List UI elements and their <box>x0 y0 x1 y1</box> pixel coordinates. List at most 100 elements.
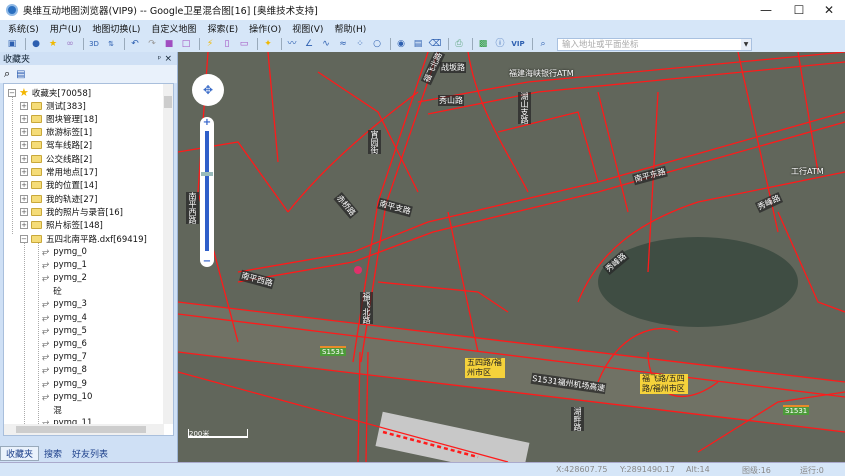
3d-icon[interactable]: 3D <box>87 38 101 50</box>
zoom-slider[interactable]: + − <box>200 117 214 267</box>
message-icon[interactable]: ▩ <box>476 38 490 50</box>
expand-icon[interactable]: + <box>20 154 28 163</box>
search-icon[interactable]: ⌕ <box>536 38 550 50</box>
tree-folder[interactable]: + 测试[383] <box>20 99 86 112</box>
zoom-out-button[interactable]: − <box>200 256 214 267</box>
tree-folder[interactable]: + 图块管理[18] <box>20 112 97 125</box>
tree-item[interactable]: ⥂ pymg_10 <box>42 390 92 403</box>
draw-curve-icon[interactable]: ∿ <box>319 38 333 50</box>
tree-item[interactable]: ⥂ pymg_4 <box>42 311 87 324</box>
menu-view[interactable]: 视图(V) <box>292 22 323 35</box>
tree-folder[interactable]: + 常用地点[17] <box>20 166 97 179</box>
tree-item[interactable]: ⥂ pymg_7 <box>42 351 87 364</box>
draw-track-icon[interactable]: ≈ <box>336 38 350 50</box>
menu-custom-map[interactable]: 自定义地图 <box>151 22 196 35</box>
tree-folder[interactable]: + 我的位置[14] <box>20 179 97 192</box>
menu-system[interactable]: 系统(S) <box>8 22 39 35</box>
tree-root[interactable]: − ★ 收藏夹[70058] <box>8 86 91 99</box>
menu-operation[interactable]: 操作(O) <box>249 22 281 35</box>
vertical-scrollbar[interactable] <box>163 84 173 424</box>
3d-2d-icon[interactable]: ⇅ <box>104 38 118 50</box>
expand-icon[interactable]: + <box>20 221 28 230</box>
map-poi-label[interactable]: 福飞路/五四路/福州市区 <box>640 374 688 394</box>
menu-help[interactable]: 帮助(H) <box>334 22 366 35</box>
minimize-button[interactable]: — <box>752 2 780 18</box>
undo-icon[interactable]: ↶ <box>128 38 142 50</box>
tree-item[interactable]: ⥂ pymg_1 <box>42 258 87 271</box>
tree-item[interactable]: ⥂ pymg_2 <box>42 271 87 284</box>
map-label-atm[interactable]: 福建海峡银行ATM <box>508 68 575 79</box>
tab-search[interactable]: 搜索 <box>39 447 67 460</box>
map-view[interactable]: 福飞北路 战坂路 秀山路 福建海峡银行ATM 湖山支路 宵园街 赤桥路 南平支路… <box>178 52 845 462</box>
expand-icon[interactable]: + <box>20 101 28 110</box>
panel-close-button[interactable]: × <box>164 54 172 64</box>
draw-circle-icon[interactable]: ○ <box>370 38 384 50</box>
expand-icon[interactable]: + <box>20 194 28 203</box>
search-icon[interactable]: ⌕ <box>4 67 10 81</box>
tree-folder[interactable]: + 旅游标签[1] <box>20 126 92 139</box>
tree-folder[interactable]: + 驾车线路[2] <box>20 139 92 152</box>
tab-favorites[interactable]: 收藏夹 <box>0 445 40 461</box>
screenshot-icon[interactable]: ▭ <box>237 38 251 50</box>
layer-icon[interactable]: ◉ <box>394 38 408 50</box>
tree-item[interactable]: ⥂ pymg_6 <box>42 337 87 350</box>
pan-control-icon[interactable]: ✥ <box>192 74 224 106</box>
horizontal-scrollbar[interactable] <box>4 424 164 435</box>
expand-icon[interactable]: + <box>20 181 28 190</box>
expand-icon[interactable]: + <box>20 128 28 137</box>
road-overlay <box>178 52 845 462</box>
vip-icon[interactable]: VIP <box>510 38 526 50</box>
binoculars-icon[interactable]: ∞ <box>63 38 77 50</box>
tree-folder-open[interactable]: − 五四北南平路.dxf[69419] <box>20 232 147 245</box>
tree-item[interactable]: ⥂ pymg_5 <box>42 324 87 337</box>
menu-explore[interactable]: 探索(E) <box>207 22 238 35</box>
delete-icon[interactable]: ■ <box>162 38 176 50</box>
tree-item[interactable]: ⥂混 <box>42 403 62 416</box>
tree-item[interactable]: ⥂ pymg_3 <box>42 298 87 311</box>
tree-item[interactable]: ⥂砼 <box>42 285 62 298</box>
draw-angle-icon[interactable]: ∠ <box>302 38 316 50</box>
tree-item[interactable]: ⥂ pymg_9 <box>42 377 87 390</box>
tree-folder[interactable]: + 我的轨迹[27] <box>20 192 97 205</box>
tree-folder[interactable]: + 我的照片与录音[16] <box>20 205 123 218</box>
collapse-icon[interactable]: − <box>8 88 16 97</box>
search-input[interactable]: 输入地址或平面坐标 ▼ <box>557 37 752 51</box>
map-label-atm[interactable]: 工行ATM <box>790 166 825 177</box>
expand-icon[interactable]: + <box>20 141 28 150</box>
pin-icon[interactable]: ᵖ <box>158 54 161 63</box>
expand-icon[interactable]: + <box>20 207 28 216</box>
table-icon[interactable]: ▤ <box>411 38 425 50</box>
tree-folder[interactable]: + 照片标签[148] <box>20 219 103 232</box>
save-icon[interactable]: ▣ <box>5 38 19 50</box>
zoom-in-button[interactable]: + <box>200 117 214 128</box>
erase-icon[interactable]: ⌫ <box>428 38 442 50</box>
search-dropdown-button[interactable]: ▼ <box>741 38 751 50</box>
maximize-button[interactable]: ☐ <box>785 2 813 18</box>
draw-points-icon[interactable]: ⁘ <box>353 38 367 50</box>
user-icon[interactable]: ● <box>29 38 43 50</box>
tree-item[interactable]: ⥂ pymg_0 <box>42 245 87 258</box>
zoom-slider-handle[interactable] <box>201 172 213 176</box>
menu-user[interactable]: 用户(U) <box>50 22 82 35</box>
redo-icon[interactable]: ↷ <box>145 38 159 50</box>
tab-friends[interactable]: 好友列表 <box>67 447 113 460</box>
tree-folder[interactable]: + 公交线路[2] <box>20 152 92 165</box>
print-icon[interactable]: ⎙ <box>452 38 466 50</box>
menu-map-switch[interactable]: 地图切换(L) <box>92 22 140 35</box>
ruler-icon[interactable]: ▯ <box>220 38 234 50</box>
tree-item[interactable]: ⥂ pymg_8 <box>42 364 87 377</box>
close-button[interactable]: ✕ <box>815 2 843 18</box>
favorites-tree: − ★ 收藏夹[70058] + 测试[383] + 图块管理[18] + 旅游标签[1]… <box>3 83 174 436</box>
add-marker-icon[interactable]: ✦ <box>261 38 275 50</box>
measure-icon[interactable]: ⚡ <box>203 38 217 50</box>
draw-line-icon[interactable]: 〰 <box>285 38 299 50</box>
expand-icon[interactable]: + <box>20 114 28 123</box>
info-icon[interactable]: ⓘ <box>493 38 507 50</box>
expand-icon[interactable]: + <box>20 168 28 176</box>
favorite-star-icon[interactable]: ★ <box>46 38 60 50</box>
folder-icon <box>31 114 42 123</box>
collapse-icon[interactable]: − <box>20 234 28 243</box>
select-icon[interactable]: □ <box>179 38 193 50</box>
layers-icon[interactable]: ▤ <box>16 69 25 80</box>
map-poi-label[interactable]: 五四路/福州市区 <box>465 358 505 378</box>
